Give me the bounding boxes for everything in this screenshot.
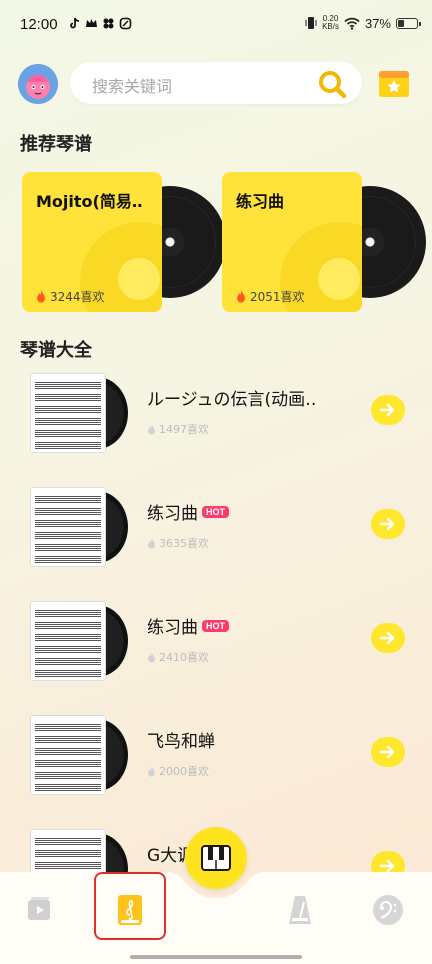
crown-icon — [86, 19, 97, 27]
battery-icon — [396, 17, 421, 29]
list-item[interactable]: ルージュの伝言(动画‥ 1497喜欢 — [0, 373, 432, 473]
nav-metronome[interactable] — [276, 886, 324, 934]
avatar-image — [18, 64, 58, 104]
nav-bass[interactable] — [364, 886, 412, 934]
nav-video[interactable] — [16, 886, 64, 934]
piano-button[interactable] — [185, 827, 247, 889]
list-item[interactable]: 飞鸟和蝉 2000喜欢 — [0, 715, 432, 815]
sheet-thumbnail — [30, 487, 130, 567]
arrow-right-icon — [380, 404, 395, 416]
metronome-icon — [289, 896, 311, 924]
sheet-paper — [30, 715, 106, 795]
recommend-card-likes: 2051喜欢 — [250, 290, 305, 304]
open-sheet-button[interactable] — [371, 395, 405, 425]
home-indicator[interactable] — [130, 955, 302, 959]
sheet-paper — [30, 487, 106, 567]
status-bar: 12:00 0.20 KB/s 37% — [0, 0, 432, 52]
recommend-section-title: 推荐琴谱 — [20, 134, 92, 155]
bass-clef-icon — [373, 895, 403, 925]
item-likes: 2410喜欢 — [159, 651, 209, 664]
selection-highlight — [94, 872, 166, 940]
flame-icon — [148, 651, 155, 663]
sheet-thumbnail — [30, 715, 130, 795]
hot-badge: HOT — [202, 619, 229, 632]
search-icon[interactable] — [316, 68, 348, 100]
arrow-right-icon — [380, 746, 395, 758]
net-speed: 0.20 KB/s — [322, 14, 339, 31]
flame-icon — [148, 537, 155, 549]
item-title: 飞鸟和蝉 — [147, 732, 215, 752]
piano-keys-icon — [201, 845, 231, 871]
arrow-right-icon — [380, 860, 395, 872]
item-title: 练习曲 — [147, 504, 198, 524]
battery-percent: 37% — [364, 15, 391, 31]
sheet-paper — [30, 373, 106, 453]
recommend-card-likes: 3244喜欢 — [50, 290, 105, 304]
flame-icon — [237, 290, 245, 303]
recommend-card-title: Mojito(简易‥ — [36, 192, 143, 211]
arrow-right-icon — [380, 518, 395, 530]
recommend-card[interactable]: 练习曲 2051喜欢 — [222, 172, 432, 312]
vibrate-icon — [305, 17, 317, 29]
list-item[interactable]: 练习曲 HOT 2410喜欢 — [0, 601, 432, 701]
list-item[interactable]: 练习曲 HOT 3635喜欢 — [0, 487, 432, 587]
search-input[interactable]: 搜索关键词 — [70, 62, 362, 104]
star-folder-icon[interactable] — [377, 67, 411, 99]
open-sheet-button[interactable] — [371, 509, 405, 539]
sheet-thumbnail — [30, 601, 130, 681]
flame-icon — [148, 423, 155, 435]
arrow-right-icon — [380, 632, 395, 644]
item-title: 练习曲 — [147, 618, 198, 638]
recommend-card-cover: Mojito(简易‥ 3244喜欢 — [22, 172, 162, 312]
sheet-paper — [30, 601, 106, 681]
open-sheet-button[interactable] — [371, 623, 405, 653]
flame-icon — [148, 765, 155, 777]
item-likes: 3635喜欢 — [159, 537, 209, 550]
recommend-card[interactable]: Mojito(简易‥ 3244喜欢 — [22, 172, 232, 312]
wifi-icon — [344, 17, 360, 30]
sheet-thumbnail — [30, 373, 130, 453]
hot-badge: HOT — [202, 505, 229, 518]
recommend-card-title: 练习曲 — [236, 192, 285, 211]
search-placeholder: 搜索关键词 — [92, 77, 173, 96]
avatar[interactable] — [18, 64, 58, 104]
status-time: 12:00 — [20, 16, 58, 33]
recommend-card-cover: 练习曲 2051喜欢 — [222, 172, 362, 312]
item-likes: 2000喜欢 — [159, 765, 209, 778]
flame-icon — [37, 290, 45, 303]
leaf-icon — [119, 17, 132, 30]
item-likes: 1497喜欢 — [159, 423, 209, 436]
flower-icon — [103, 18, 114, 29]
open-sheet-button[interactable] — [371, 737, 405, 767]
tiktok-icon — [70, 17, 80, 29]
all-sheets-section-title: 琴谱大全 — [20, 340, 92, 361]
item-title: ルージュの伝言(动画‥ — [147, 390, 317, 410]
video-icon — [28, 897, 50, 920]
